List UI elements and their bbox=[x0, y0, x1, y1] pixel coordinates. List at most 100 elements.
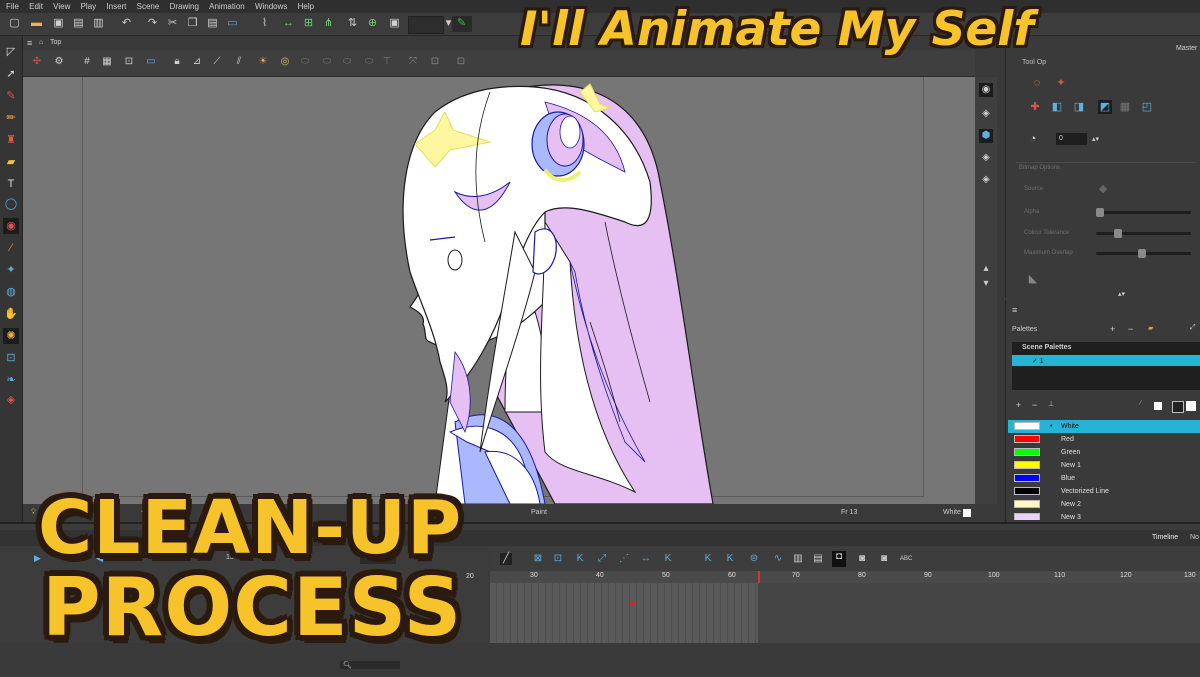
menu-animation[interactable]: Animation bbox=[209, 0, 245, 13]
mark-icon-2[interactable]: ◙ bbox=[878, 553, 890, 565]
ruler-icon[interactable]: ⫽ bbox=[233, 56, 245, 68]
remove-key-icon[interactable]: K bbox=[724, 553, 736, 565]
texture-swatch[interactable] bbox=[1186, 401, 1196, 411]
field-guide-icon[interactable]: ▭ bbox=[145, 56, 157, 68]
selection-icon[interactable]: ◰ bbox=[1140, 100, 1154, 114]
disk-icon[interactable]: ⬭ bbox=[299, 56, 311, 68]
peg-icon[interactable]: ↔ bbox=[282, 17, 295, 30]
repaint-icon[interactable]: ◨ bbox=[1072, 100, 1086, 114]
paint-mode-icon[interactable]: ✦ bbox=[1054, 76, 1068, 90]
key-icon[interactable]: ⊠ bbox=[532, 553, 544, 565]
timeline-tracks[interactable] bbox=[490, 583, 1200, 643]
lightbulb-icon[interactable]: ◎ bbox=[279, 56, 291, 68]
source-icon[interactable]: ◆ bbox=[1096, 182, 1110, 196]
colour-tolerance-slider[interactable] bbox=[1096, 232, 1191, 235]
tab-timeline[interactable]: Timeline bbox=[1152, 534, 1178, 541]
cutter-icon[interactable]: ✦ bbox=[3, 262, 19, 278]
undo-icon[interactable]: ↶ bbox=[120, 17, 133, 30]
dropper-icon[interactable]: ⁄ bbox=[3, 240, 19, 256]
colour-row-green[interactable]: Green bbox=[1008, 446, 1200, 459]
motion-icon[interactable]: ⤢ bbox=[596, 553, 608, 565]
ellipse-icon[interactable]: ◯ bbox=[3, 196, 19, 212]
disk-icon-2[interactable]: ⬭ bbox=[321, 56, 333, 68]
onion-skin-icon[interactable]: ⌇ bbox=[258, 17, 271, 30]
add-peg-icon[interactable]: ⊕ bbox=[366, 17, 379, 30]
colour-row-vectorized-line[interactable]: Vectorized Line bbox=[1008, 485, 1200, 498]
menu-view[interactable]: View bbox=[53, 0, 70, 13]
transform-icon[interactable]: ➚ bbox=[3, 66, 19, 82]
frame-icon[interactable]: ⊡ bbox=[123, 56, 135, 68]
ease-icon[interactable]: ↔ bbox=[640, 553, 652, 565]
paint-icon[interactable]: ✚ bbox=[1028, 100, 1042, 114]
frame-ruler[interactable]: 30 40 50 60 70 80 90 100 110 120 130 bbox=[490, 571, 1200, 583]
paint-bucket-icon[interactable]: ◉ bbox=[3, 218, 19, 234]
settings-icon[interactable]: ⚙ bbox=[53, 56, 65, 68]
current-colour-swatch[interactable] bbox=[1154, 402, 1162, 410]
frame-add-icon-2[interactable]: ⊡ bbox=[455, 56, 467, 68]
stop-motion-icon[interactable]: ⊜ bbox=[748, 553, 760, 565]
menu-file[interactable]: File bbox=[6, 0, 19, 13]
abc-icon[interactable]: ABC bbox=[900, 553, 912, 565]
exposed-cells[interactable] bbox=[490, 583, 758, 643]
rigging-icon[interactable]: ✺ bbox=[3, 328, 19, 344]
camera-icon[interactable]: ⊡ bbox=[552, 553, 564, 565]
menu-windows[interactable]: Windows bbox=[255, 0, 287, 13]
cube-icon[interactable]: ⬢ bbox=[979, 129, 993, 143]
colour-row-white[interactable]: • White bbox=[1008, 420, 1200, 433]
safe-area-icon[interactable]: ▦ bbox=[101, 56, 113, 68]
layer-stack-icon-2[interactable]: ◈ bbox=[979, 151, 993, 165]
menu-lines-icon[interactable]: ≡ bbox=[1012, 305, 1017, 315]
move-icon[interactable]: ⤧ bbox=[407, 56, 419, 68]
deformer-icon[interactable]: ⇅ bbox=[346, 17, 359, 30]
grid-icon[interactable]: # bbox=[81, 56, 93, 68]
menu-edit[interactable]: Edit bbox=[29, 0, 43, 13]
extend-icon[interactable]: ▤ bbox=[812, 553, 824, 565]
menu-lines-icon[interactable]: ≡ bbox=[27, 36, 32, 50]
pin-icon[interactable]: ⊿ bbox=[191, 56, 203, 68]
colour-indicator[interactable]: ✎ bbox=[452, 16, 472, 32]
zoom-icon[interactable]: 🔍︎ bbox=[343, 661, 352, 669]
tab-node-view[interactable]: No bbox=[1190, 534, 1199, 541]
colour-row-blue[interactable]: Blue bbox=[1008, 472, 1200, 485]
mark-icon[interactable]: ◙ bbox=[856, 553, 868, 565]
dropper-icon[interactable]: ⁄ bbox=[1140, 400, 1141, 407]
layer-stack-icon[interactable]: ◈ bbox=[979, 107, 993, 121]
copy-icon[interactable]: ❐ bbox=[186, 17, 199, 30]
folder-icon[interactable]: ▰ bbox=[1148, 324, 1153, 332]
perspective-icon[interactable]: ⟋ bbox=[211, 56, 223, 68]
add-palette-icon[interactable]: + bbox=[1110, 324, 1115, 334]
expand-icon[interactable]: ⤢ bbox=[1190, 324, 1196, 332]
stepper-arrows-icon[interactable]: ▴▾ bbox=[1092, 135, 1099, 143]
lock-icon[interactable]: 🔒︎ bbox=[171, 56, 183, 68]
gap-closing-icon[interactable]: ◔ bbox=[1026, 132, 1040, 146]
pin-colour-icon[interactable]: ⊥ bbox=[1048, 400, 1054, 408]
add-key-icon[interactable]: K bbox=[702, 553, 714, 565]
paste-icon[interactable]: ▤ bbox=[206, 17, 219, 30]
unpaint-icon[interactable]: ◩ bbox=[1098, 100, 1112, 114]
colour-row-new-3[interactable]: New 3 bbox=[1008, 511, 1200, 520]
layer-stack-icon-3[interactable]: ◈ bbox=[979, 173, 993, 187]
menu-play[interactable]: Play bbox=[81, 0, 97, 13]
colour-row-new-2[interactable]: New 2 bbox=[1008, 498, 1200, 511]
remove-colour-icon[interactable]: − bbox=[1032, 400, 1037, 410]
pencil-icon[interactable]: ✏ bbox=[3, 110, 19, 126]
line-tool-icon[interactable]: ╱ bbox=[500, 553, 512, 565]
save-icon[interactable]: ▣ bbox=[52, 17, 65, 30]
gap-value-field[interactable]: 0 bbox=[1056, 133, 1087, 145]
new-file-icon[interactable]: ▢ bbox=[8, 17, 21, 30]
text-icon[interactable]: T bbox=[3, 176, 19, 192]
colour-toggle-swatch[interactable] bbox=[1172, 401, 1184, 413]
vertical-scrollbar[interactable] bbox=[997, 77, 1005, 504]
redo-icon[interactable]: ↷ bbox=[146, 17, 159, 30]
remove-palette-icon[interactable]: − bbox=[1128, 324, 1133, 334]
eraser-icon[interactable]: ▰ bbox=[3, 154, 19, 170]
paint-unpainted-icon[interactable]: ◧ bbox=[1050, 100, 1064, 114]
colour-row-new-1[interactable]: New 1 bbox=[1008, 459, 1200, 472]
menu-help[interactable]: Help bbox=[298, 0, 314, 13]
sequence-icon[interactable]: ∿ bbox=[772, 553, 784, 565]
eye-icon[interactable]: ◉ bbox=[979, 83, 993, 97]
stamp-icon[interactable]: ♜ bbox=[3, 132, 19, 148]
animate-icon[interactable]: ✣ bbox=[31, 56, 43, 68]
fill-icon[interactable]: ◣ bbox=[1026, 272, 1040, 286]
grid-icon[interactable]: ⊞ bbox=[302, 17, 315, 30]
